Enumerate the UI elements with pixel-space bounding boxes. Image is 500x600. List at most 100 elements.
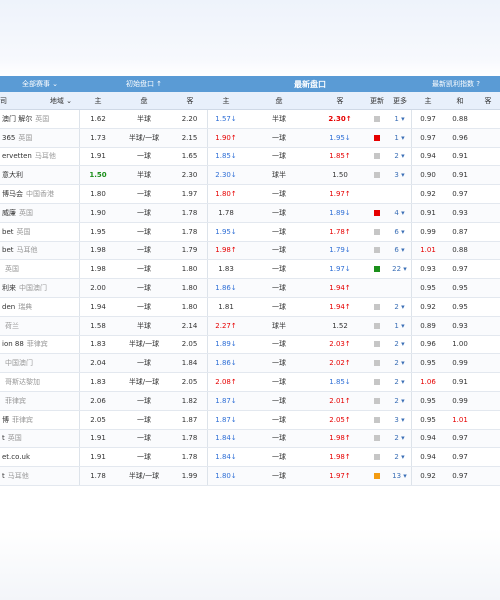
update-square-icon[interactable] [374, 134, 380, 141]
update-indicator[interactable] [366, 454, 388, 461]
company-name[interactable]: ion 88 [2, 340, 24, 348]
table-row[interactable]: 荷兰 1.58 半球 2.14 2.27↑ 球半 1.52 1 ▾ 0.89 0.93 [0, 316, 500, 336]
update-indicator[interactable] [366, 172, 388, 179]
company-name[interactable]: den [2, 303, 15, 311]
company-cell[interactable]: 中国澳门 [0, 354, 80, 373]
table-row[interactable]: et.co.uk 1.91 一球 1.78 1.84↓ 一球 1.98↑ 2 ▾ 0.94 0.9… [0, 448, 500, 468]
company-cell[interactable]: t 马耳他 [0, 467, 80, 485]
company-name[interactable]: ervetten [2, 152, 32, 160]
table-row[interactable]: bet 马耳他 1.98 一球 1.79 1.98↑ 一球 1.79↓ 6 ▾ 1.01 0.88 [0, 241, 500, 261]
update-indicator[interactable] [366, 473, 388, 480]
company-name[interactable]: 博 [2, 415, 9, 425]
update-indicator[interactable] [366, 360, 388, 367]
company-cell[interactable]: bet 英国 [0, 222, 80, 241]
company-cell[interactable]: 博马会 中国香港 [0, 185, 80, 203]
company-cell[interactable]: 威廉 英国 [0, 203, 80, 222]
update-indicator[interactable] [366, 266, 388, 273]
more-dropdown[interactable]: 4 ▾ [388, 203, 412, 222]
company-name[interactable]: bet [2, 228, 14, 236]
company-cell[interactable]: ion 88 菲律宾 [0, 335, 80, 354]
company-name[interactable]: t [2, 472, 5, 480]
more-dropdown[interactable]: 13 ▾ [388, 467, 412, 485]
company-name[interactable]: bet [2, 246, 14, 254]
table-row[interactable]: 中国澳门 2.04 一球 1.84 1.86↓ 一球 2.02↑ 2 ▾ 0.95 0.99 [0, 354, 500, 374]
table-row[interactable]: bet 英国 1.95 一球 1.78 1.95↓ 一球 1.78↑ 6 ▾ 0.99 0.87 [0, 222, 500, 242]
table-row[interactable]: 英国 1.98 一球 1.80 1.83 一球 1.97↓ 22 ▾ 0.93 0.97 [0, 260, 500, 280]
more-dropdown[interactable]: 2 ▾ [388, 429, 412, 448]
company-cell[interactable]: 菲律宾 [0, 391, 80, 410]
company-cell[interactable]: den 瑞典 [0, 297, 80, 316]
table-row[interactable]: 意大利 1.50 半球 2.30 2.30↓ 球半 1.50 3 ▾ 0.90 0.91 [0, 166, 500, 186]
more-dropdown[interactable]: 2 ▾ [388, 448, 412, 467]
update-square-icon[interactable] [374, 360, 380, 367]
table-row[interactable]: den 瑞典 1.94 一球 1.80 1.81 一球 1.94↑ 2 ▾ 0.92 0.95 [0, 297, 500, 317]
more-dropdown[interactable]: 3 ▾ [388, 410, 412, 429]
region-filter[interactable]: 地域 ⌄ [50, 96, 72, 106]
update-indicator[interactable] [366, 247, 388, 254]
table-row[interactable]: 澳门 解尔 英国 1.62 半球 2.20 1.57↓ 半球 2.30↑ 1 ▾ 0.97 0.88 [0, 110, 500, 129]
update-square-icon[interactable] [374, 473, 380, 480]
company-cell[interactable]: 荷兰 [0, 316, 80, 335]
update-indicator[interactable] [366, 322, 388, 329]
update-square-icon[interactable] [374, 266, 380, 273]
table-row[interactable]: 哥斯达黎加 1.83 半球/一球 2.05 2.08↑ 一球 1.85↓ 2 ▾ 1.06 0.9… [0, 373, 500, 392]
update-indicator[interactable] [366, 153, 388, 160]
more-dropdown[interactable] [388, 185, 412, 203]
update-indicator[interactable] [366, 435, 388, 442]
company-cell[interactable]: 365 英国 [0, 128, 80, 147]
company-cell[interactable]: 意大利 [0, 166, 80, 185]
company-name[interactable]: 利来 [2, 283, 16, 293]
update-square-icon[interactable] [374, 209, 380, 216]
company-name[interactable]: 意大利 [2, 170, 23, 180]
update-indicator[interactable] [366, 379, 388, 386]
more-dropdown[interactable] [388, 279, 412, 297]
company-cell[interactable]: t 英国 [0, 429, 80, 448]
more-dropdown[interactable]: 2 ▾ [388, 391, 412, 410]
table-row[interactable]: t 马耳他 1.78 半球/一球 1.99 1.80↓ 一球 1.97↑ 13 ▾ 0.92 0.9… [0, 467, 500, 486]
company-cell[interactable]: 博菲律宾 [0, 410, 80, 429]
company-cell[interactable]: 利来 中国澳门 [0, 279, 80, 297]
kelly-index-header[interactable]: 最新凯利指数 ? [412, 79, 500, 89]
update-indicator[interactable] [366, 397, 388, 404]
update-indicator[interactable] [366, 228, 388, 235]
company-cell[interactable]: bet 马耳他 [0, 241, 80, 260]
update-indicator[interactable] [366, 416, 388, 423]
update-square-icon[interactable] [374, 341, 380, 348]
table-row[interactable]: 365 英国 1.73 半球/一球 2.15 1.90↑ 一球 1.95↓ 1 ▾ 0.97 0.9… [0, 128, 500, 148]
more-dropdown[interactable]: 1 ▾ [388, 110, 412, 128]
table-row[interactable]: t 英国 1.91 一球 1.78 1.84↓ 一球 1.98↑ 2 ▾ 0.94 0.97 [0, 429, 500, 449]
more-dropdown[interactable]: 1 ▾ [388, 316, 412, 335]
table-row[interactable]: 博马会 中国香港 1.80 一球 1.97 1.80↑ 一球 1.97↑ 0.92 0.97 [0, 185, 500, 204]
more-dropdown[interactable]: 6 ▾ [388, 222, 412, 241]
update-indicator[interactable] [366, 209, 388, 216]
all-leagues-filter[interactable]: 全部赛事 ⌄ [0, 79, 80, 89]
table-row[interactable]: ervetten 马耳他 1.91 一球 1.65 1.85↓ 一球 1.85↑ 2 ▾ 0.94… [0, 147, 500, 167]
initial-odds-sort[interactable]: 初始盘口 ↑ [80, 79, 208, 89]
table-row[interactable]: 威廉 英国 1.90 一球 1.78 1.78 一球 1.89↓ 4 ▾ 0.91 0.93 [0, 203, 500, 223]
table-row[interactable]: ion 88 菲律宾 1.83 半球/一球 2.05 1.89↓ 一球 2.03↑ 2 ▾ 0.9… [0, 335, 500, 355]
update-square-icon[interactable] [374, 115, 380, 122]
company-name[interactable]: 威廉 [2, 208, 16, 218]
more-dropdown[interactable]: 2 ▾ [388, 297, 412, 316]
table-row[interactable]: 菲律宾 2.06 一球 1.82 1.87↓ 一球 2.01↑ 2 ▾ 0.95 0.99 [0, 391, 500, 411]
update-square-icon[interactable] [374, 228, 380, 235]
more-dropdown[interactable]: 2 ▾ [388, 335, 412, 354]
update-square-icon[interactable] [374, 322, 380, 329]
company-name[interactable]: 博马会 [2, 189, 23, 199]
company-name[interactable]: t [2, 434, 5, 442]
company-name[interactable]: 澳门 解尔 [2, 114, 32, 124]
company-cell[interactable]: 英国 [0, 260, 80, 279]
more-dropdown[interactable]: 3 ▾ [388, 166, 412, 185]
update-square-icon[interactable] [374, 153, 380, 160]
table-row[interactable]: 博菲律宾 2.05 一球 1.87 1.87↓ 一球 2.05↑ 3 ▾ 0.95 1.01 [0, 410, 500, 430]
update-square-icon[interactable] [374, 172, 380, 179]
company-cell[interactable]: 哥斯达黎加 [0, 373, 80, 391]
update-square-icon[interactable] [374, 435, 380, 442]
more-dropdown[interactable]: 2 ▾ [388, 354, 412, 373]
company-cell[interactable]: et.co.uk [0, 448, 80, 467]
update-indicator[interactable] [366, 115, 388, 122]
company-name[interactable]: et.co.uk [2, 453, 30, 461]
more-dropdown[interactable]: 2 ▾ [388, 147, 412, 166]
more-dropdown[interactable]: 6 ▾ [388, 241, 412, 260]
update-square-icon[interactable] [374, 454, 380, 461]
